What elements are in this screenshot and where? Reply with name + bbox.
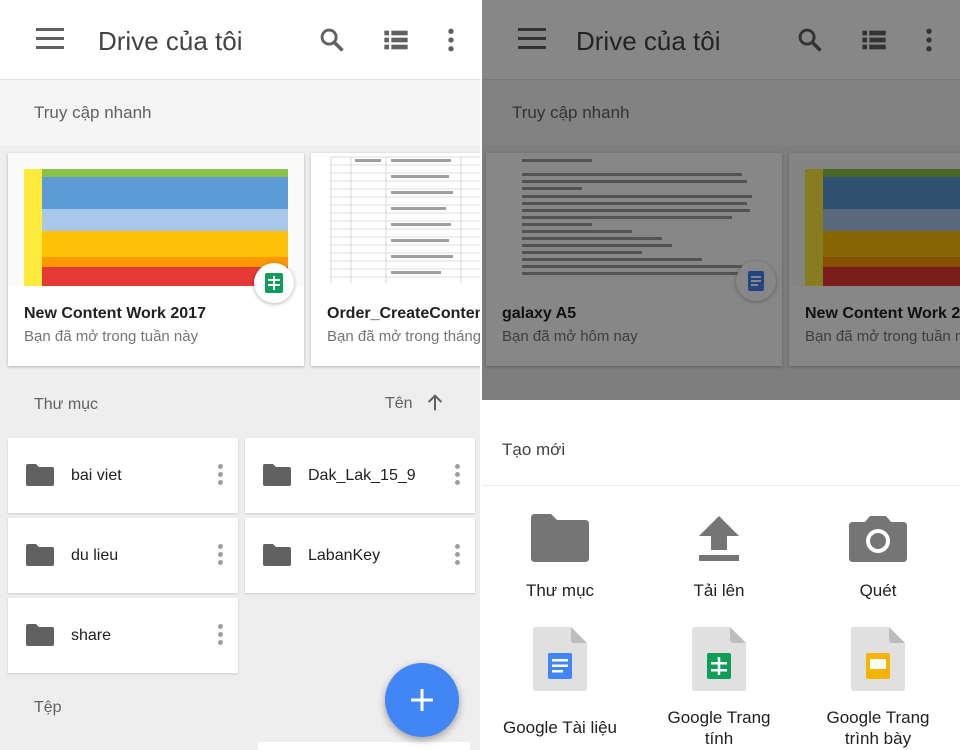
folder-name: LabanKey (308, 547, 381, 564)
more-vert-icon[interactable] (437, 26, 465, 54)
folder-item[interactable]: du lieu (8, 518, 238, 593)
quick-access-card[interactable]: New Content Work 2017 Bạn đã mở trong tu… (8, 153, 304, 366)
quick-access-card[interactable]: Order_CreateContent_ Bạn đã mở trong thá… (311, 153, 480, 366)
folder-icon (26, 464, 54, 486)
upload-icon (699, 516, 739, 561)
more-vert-icon[interactable] (218, 544, 224, 566)
option-label: Google Trang (667, 708, 771, 727)
folder-name: Dak_Lak_15_9 (308, 467, 416, 484)
menu-icon[interactable] (36, 28, 64, 52)
sheets-icon (692, 627, 746, 691)
file-opened-info: Bạn đã mở trong tuần này (24, 328, 199, 345)
camera-icon (849, 516, 907, 562)
sheet-title: Tạo mới (502, 440, 566, 459)
app-bar: Drive của tôi (0, 0, 480, 80)
drive-create-new-screen: Drive của tôi Truy cập nhanh galaxy A5 B… (482, 0, 960, 750)
scan-option[interactable]: Quét (798, 514, 958, 601)
new-fab-button[interactable] (385, 663, 459, 737)
more-vert-icon[interactable] (218, 624, 224, 646)
option-label: Google Trang (826, 708, 930, 727)
quick-access-label: Truy cập nhanh (34, 103, 152, 122)
folder-item[interactable]: bai viet (8, 438, 238, 513)
docs-icon (533, 627, 587, 691)
option-label: Tải lên (693, 581, 745, 600)
file-thumbnail (311, 153, 480, 286)
file-opened-info: Bạn đã mở trong tháng (327, 328, 480, 345)
more-vert-icon[interactable] (455, 464, 461, 486)
google-slides-option[interactable]: Google Trang trình bày (798, 627, 958, 749)
search-icon[interactable] (318, 26, 346, 54)
drive-home-screen: Drive của tôi Truy cập nhanh New Content… (0, 0, 480, 750)
folder-icon (263, 544, 291, 566)
file-card-peek[interactable] (258, 742, 470, 750)
folder-name: bai viet (71, 467, 122, 484)
create-new-sheet: Tạo mới Thư mục Tải lên Quét Google Tài … (482, 400, 960, 750)
folder-item[interactable]: Dak_Lak_15_9 (245, 438, 475, 513)
arrow-up-icon[interactable] (424, 392, 446, 414)
file-name: Order_CreateContent_ (327, 305, 480, 322)
option-label: Google Tài liệu (502, 718, 618, 737)
list-view-icon[interactable] (382, 26, 410, 54)
google-sheets-option[interactable]: Google Trang tính (639, 627, 799, 749)
folder-icon (26, 544, 54, 566)
option-label: trình bày (844, 729, 912, 748)
more-vert-icon[interactable] (218, 464, 224, 486)
option-label: Thư mục (525, 581, 595, 600)
slides-icon (851, 627, 905, 691)
google-docs-option[interactable]: Google Tài liệu (482, 627, 640, 738)
create-folder-option[interactable]: Thư mục (482, 514, 640, 601)
files-section-label: Tệp (34, 699, 62, 716)
folder-name: share (71, 627, 112, 644)
option-label: Quét (859, 581, 897, 600)
sheet-divider (482, 485, 960, 486)
modal-scrim[interactable] (482, 0, 960, 400)
sheets-badge-icon (254, 263, 294, 303)
folder-icon (531, 514, 589, 562)
folder-item[interactable]: share (8, 598, 238, 673)
folders-section-label: Thư mục (34, 396, 99, 413)
file-name: New Content Work 2017 (24, 305, 206, 322)
folder-icon (26, 624, 54, 646)
more-vert-icon[interactable] (455, 544, 461, 566)
upload-option[interactable]: Tải lên (639, 514, 799, 601)
folder-icon (263, 464, 291, 486)
folder-name: du lieu (71, 547, 119, 564)
folder-item[interactable]: LabanKey (245, 518, 475, 593)
sort-by-name-button[interactable]: Tên (385, 395, 413, 413)
plus-icon (411, 689, 433, 711)
page-title: Drive của tôi (98, 26, 243, 56)
option-label: tính (704, 729, 734, 748)
